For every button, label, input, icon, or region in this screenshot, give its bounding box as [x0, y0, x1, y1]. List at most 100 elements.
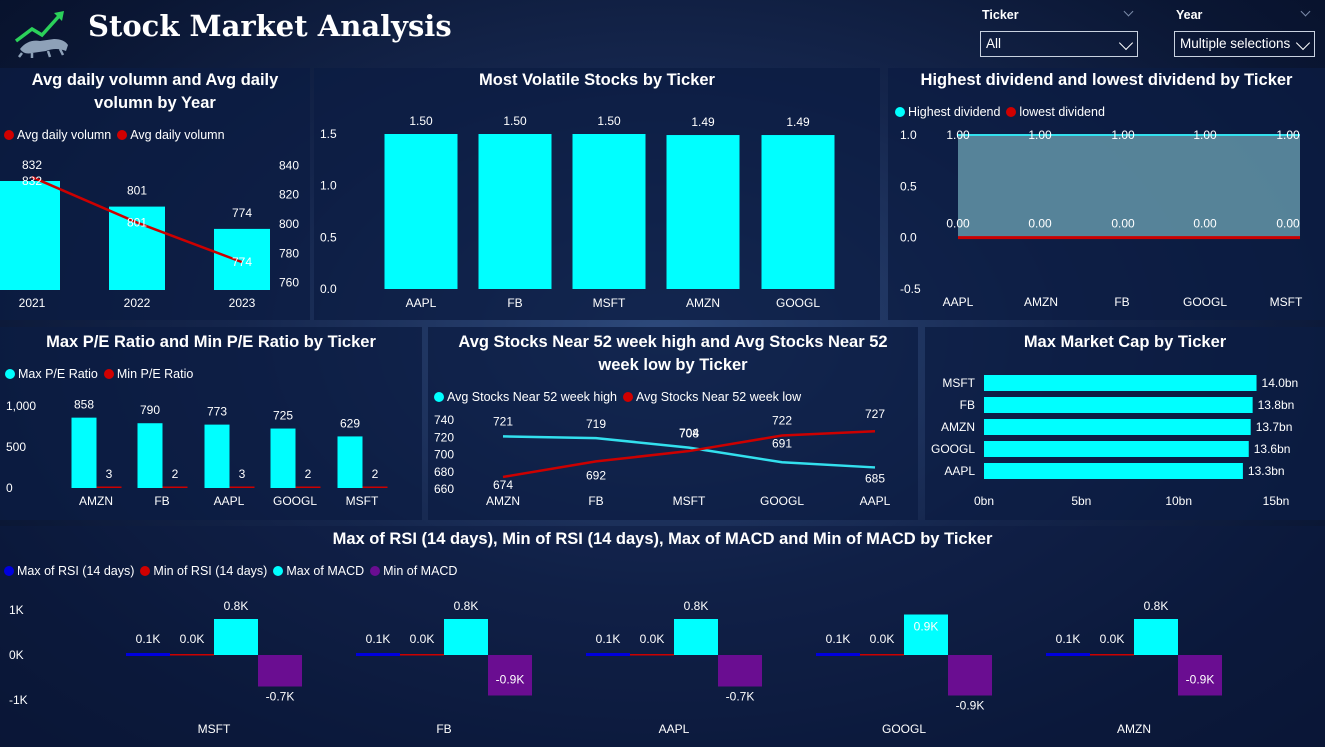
bar: [666, 135, 740, 289]
highest-data-label: 1.00: [1028, 128, 1052, 142]
min-macd-bar: [718, 655, 762, 687]
min-pe-bar: [229, 486, 255, 488]
low-data-label: 727: [865, 407, 885, 421]
y-tick-label: 1.0: [320, 179, 337, 193]
x-tick-label: AMZN: [1024, 295, 1058, 309]
y-tick-label: 1.0: [900, 128, 917, 142]
x-tick-label: MSFT: [1270, 295, 1303, 309]
max-macd-data-label: 0.8K: [684, 599, 709, 613]
bar-data-label: 1.49: [691, 115, 715, 129]
low-data-label: 692: [586, 468, 606, 482]
min-rsi-data-label: 0.0K: [410, 632, 435, 646]
max-rsi-bar: [126, 653, 170, 656]
bar-data-label: 1.50: [503, 114, 527, 128]
chevron-down-icon: [1118, 35, 1134, 51]
bar-data-label: 13.3bn: [1248, 464, 1285, 478]
x-tick-label: 0bn: [974, 494, 994, 508]
min-pe-bar: [96, 486, 122, 488]
min-pe-data-label: 2: [172, 467, 179, 481]
line-data-label: 832: [22, 174, 42, 188]
min-pe-data-label: 3: [106, 467, 113, 481]
bar: [0, 181, 60, 290]
bar-data-label: 1.49: [786, 115, 810, 129]
x-tick-label: MSFT: [673, 494, 706, 508]
low-data-label: 722: [772, 414, 792, 428]
x-tick-label: AAPL: [860, 494, 891, 508]
x-tick-label: 15bn: [1263, 494, 1290, 508]
mcap-chart: MSFT 14.0bn FB 13.8bn AMZN 13.7bn GOOGL 13.6bn A…: [931, 375, 1298, 508]
week52-chart-panel[interactable]: Avg Stocks Near 52 week high and Avg Sto…: [428, 327, 918, 520]
max-macd-data-label: 0.8K: [454, 599, 479, 613]
max-rsi-bar: [586, 653, 630, 656]
volatile-chart-panel[interactable]: Most Volatile Stocks by Ticker 0.0 0.5 1.0…: [314, 68, 880, 320]
year-collapse-icon[interactable]: [1300, 6, 1311, 17]
max-rsi-data-label: 0.1K: [136, 632, 161, 646]
min-rsi-bar: [630, 654, 674, 656]
line-data-label: 801: [127, 216, 147, 230]
x-tick-label: AMZN: [486, 494, 520, 508]
high-data-label: 721: [493, 414, 513, 428]
min-pe-data-label: 2: [305, 467, 312, 481]
high-data-label: 685: [865, 471, 885, 485]
mcap-chart-panel[interactable]: Max Market Cap by Ticker MSFT 14.0bn FB 13.…: [925, 327, 1325, 520]
max-macd-data-label: 0.9K: [914, 620, 939, 634]
max-rsi-bar: [1046, 653, 1090, 656]
x-tick-label: AMZN: [1117, 722, 1151, 736]
min-rsi-bar: [170, 654, 214, 656]
x-tick-label: FB: [588, 494, 603, 508]
x-tick-label: AAPL: [943, 295, 974, 309]
bar: [984, 375, 1257, 391]
min-macd-bar: [948, 655, 992, 696]
x-tick-label: FB: [436, 722, 451, 736]
max-macd-data-label: 0.8K: [1144, 599, 1169, 613]
max-macd-data-label: 0.8K: [224, 599, 249, 613]
bar-data-label: 832: [22, 158, 42, 172]
y-tick-label: GOOGL: [931, 442, 975, 456]
min-macd-bar: [258, 655, 302, 687]
x-tick-label: 5bn: [1071, 494, 1091, 508]
bar: [984, 441, 1249, 457]
pe-chart-panel[interactable]: Max P/E Ratio and Min P/E Ratio by Ticke…: [0, 327, 422, 520]
page-title: Stock Market Analysis: [88, 9, 452, 43]
highest-data-label: 1.00: [1111, 128, 1135, 142]
high-data-label: 719: [586, 417, 606, 431]
y-tick-label: 0.0: [900, 231, 917, 245]
lowest-data-label: 0.00: [1276, 217, 1300, 231]
min-rsi-data-label: 0.0K: [640, 632, 665, 646]
y-tick-label: 840: [279, 158, 299, 172]
max-rsi-bar: [356, 653, 400, 656]
y-tick-label: 780: [279, 246, 299, 260]
x-tick-label: FB: [1114, 295, 1129, 309]
ticker-collapse-icon[interactable]: [1123, 6, 1134, 17]
year-slicer[interactable]: Multiple selections: [1174, 31, 1315, 57]
min-macd-data-label: -0.7K: [726, 690, 755, 704]
x-tick-label: AAPL: [214, 494, 245, 508]
x-tick-label: 2023: [229, 296, 256, 310]
min-macd-data-label: -0.9K: [1186, 673, 1215, 687]
dividend-chart-panel[interactable]: Highest dividend and lowest dividend by …: [888, 68, 1325, 320]
max-pe-bar: [137, 423, 163, 488]
max-pe-data-label: 629: [340, 416, 360, 430]
y-tick-label: -1K: [9, 693, 28, 707]
highest-data-label: 1.00: [1276, 128, 1300, 142]
y-tick-label: 500: [6, 440, 26, 454]
ticker-slicer[interactable]: All: [980, 31, 1138, 57]
rsi-chart: 1K 0K -1K 0.1K 0.0K 0.8K -0.7K MSFT 0.1K 0.0K 0.8K…: [9, 599, 1222, 736]
max-rsi-bar: [816, 653, 860, 656]
max-macd-bar: [674, 619, 718, 655]
volume-chart-panel[interactable]: Avg daily volumn and Avg daily volumn by…: [0, 68, 310, 320]
min-rsi-bar: [860, 654, 904, 656]
rsi-chart-panel[interactable]: Max of RSI (14 days), Min of RSI (14 day…: [0, 526, 1325, 747]
min-rsi-bar: [1090, 654, 1134, 656]
y-tick-label: 700: [434, 448, 454, 462]
bar-data-label: 774: [232, 206, 252, 220]
max-pe-data-label: 725: [273, 409, 293, 423]
x-tick-label: FB: [154, 494, 169, 508]
y-tick-label: 760: [279, 276, 299, 290]
x-tick-label: AAPL: [659, 722, 690, 736]
bar: [572, 134, 646, 289]
low-data-label: 704: [679, 426, 699, 440]
chevron-down-icon: [1295, 35, 1311, 51]
y-tick-label: 660: [434, 482, 454, 496]
y-tick-label: 1,000: [6, 399, 36, 413]
